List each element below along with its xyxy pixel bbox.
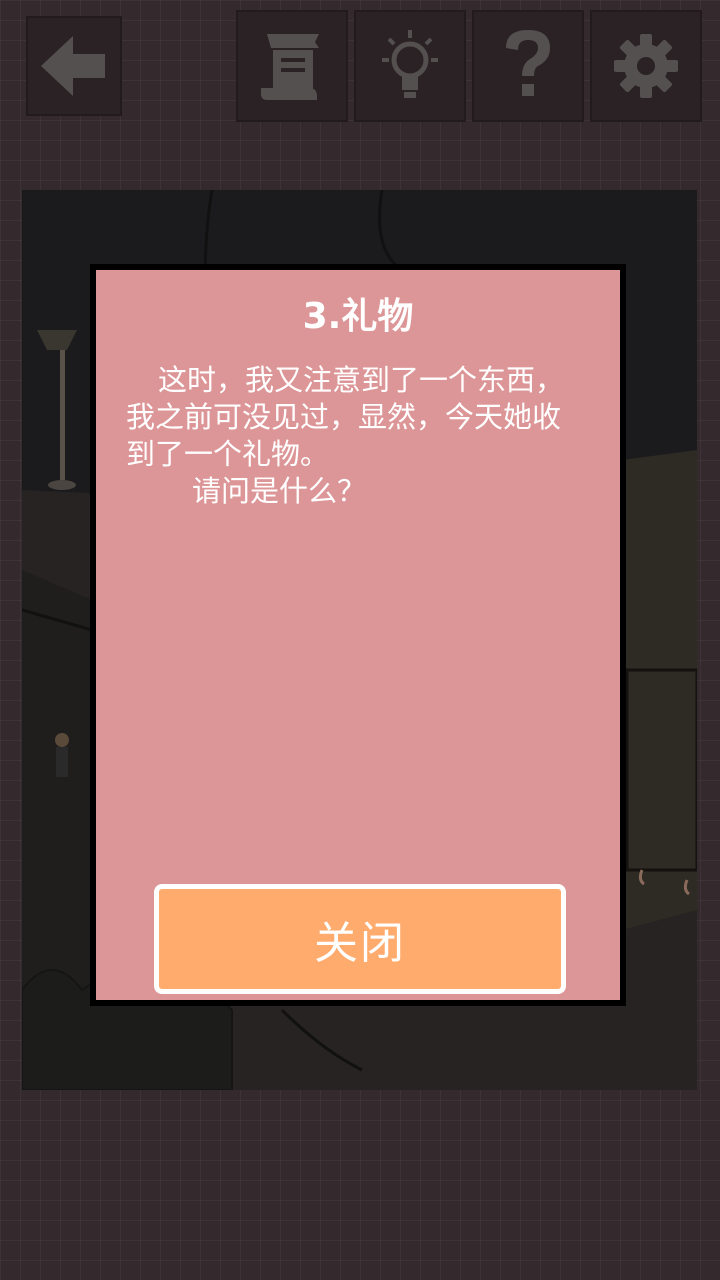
close-button[interactable]: 关闭: [154, 884, 566, 994]
dialog-title: 3.礼物: [302, 296, 414, 337]
back-button[interactable]: [26, 16, 122, 116]
notes-button[interactable]: [236, 10, 348, 122]
hint-button[interactable]: [354, 10, 466, 122]
notes-icon: [261, 34, 319, 100]
question-icon: [506, 30, 550, 96]
dialog-panel: 3.礼物 这时，我又注意到了一个东西，我之前可没见过，显然，今天她收到了一个礼物…: [96, 270, 620, 1000]
dialog-question: 请问是什么？: [192, 474, 367, 508]
gear-icon: [614, 34, 678, 98]
lightbulb-icon: [382, 30, 438, 98]
help-button[interactable]: [472, 10, 584, 122]
dialog-body: 这时，我又注意到了一个东西，我之前可没见过，显然，今天她收到了一个礼物。 请问是…: [126, 362, 566, 510]
dialog-paragraph: 这时，我又注意到了一个东西，我之前可没见过，显然，今天她收到了一个礼物。: [126, 363, 565, 471]
back-arrow-icon: [41, 36, 105, 96]
puzzle-dialog: 3.礼物 这时，我又注意到了一个东西，我之前可没见过，显然，今天她收到了一个礼物…: [90, 264, 626, 1006]
settings-button[interactable]: [590, 10, 702, 122]
